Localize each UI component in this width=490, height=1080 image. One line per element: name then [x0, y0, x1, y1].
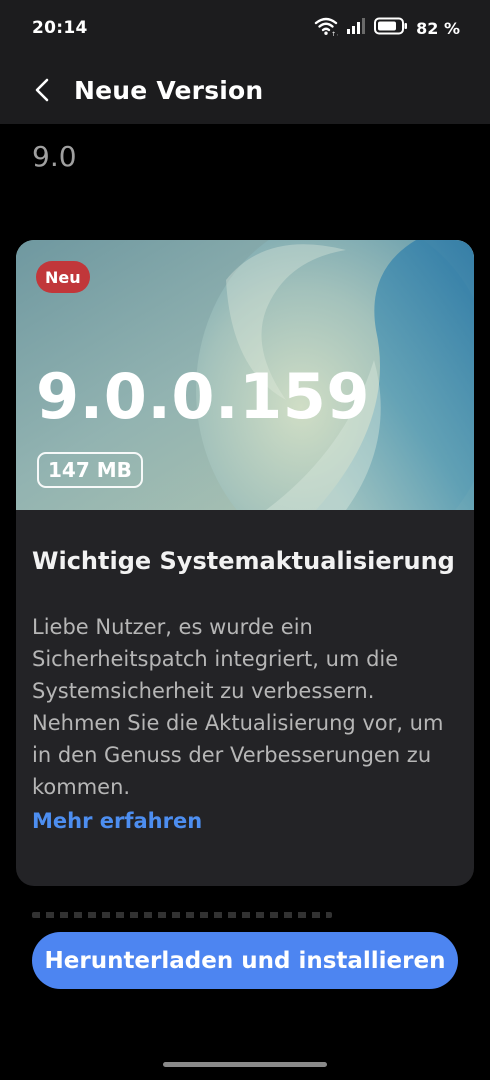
download-install-button[interactable]: Herunterladen und installieren: [32, 932, 458, 989]
screen: 20:14 ↑↓: [0, 0, 490, 1080]
learn-more-link[interactable]: Mehr erfahren: [32, 805, 458, 837]
status-time: 20:14: [32, 18, 88, 38]
version-short: 9.0: [32, 140, 77, 173]
content-scroll[interactable]: 9.0 Neu 9.0.0.159 147 MB Wichtige System…: [0, 124, 490, 924]
update-title: Wichtige Systemaktualisierung: [32, 547, 455, 575]
svg-text:↑↓: ↑↓: [331, 31, 338, 36]
status-bar: 20:14 ↑↓: [0, 0, 490, 56]
status-icons: ↑↓ 82 %: [314, 16, 460, 40]
app-header: Neue Version: [0, 56, 490, 124]
version-banner: Neu 9.0.0.159 147 MB: [16, 240, 474, 510]
battery-percentage: 82 %: [416, 18, 460, 38]
clipped-text-line: [32, 912, 332, 918]
update-card: Neu 9.0.0.159 147 MB Wichtige Systemaktu…: [16, 240, 474, 886]
update-details: Wichtige Systemaktualisierung Liebe Nutz…: [16, 510, 474, 837]
update-description: Liebe Nutzer, es wurde ein Sicherheitspa…: [32, 611, 458, 837]
battery-icon: [374, 17, 408, 39]
signal-icon: [346, 17, 366, 39]
home-indicator[interactable]: [163, 1062, 327, 1067]
new-badge: Neu: [36, 261, 90, 293]
page-title: Neue Version: [74, 75, 264, 105]
wifi-icon: ↑↓: [314, 16, 341, 40]
chevron-left-icon[interactable]: [34, 75, 58, 105]
update-description-text: Liebe Nutzer, es wurde ein Sicherheitspa…: [32, 615, 444, 799]
download-size-badge: 147 MB: [37, 452, 143, 488]
version-number: 9.0.0.159: [36, 360, 370, 433]
